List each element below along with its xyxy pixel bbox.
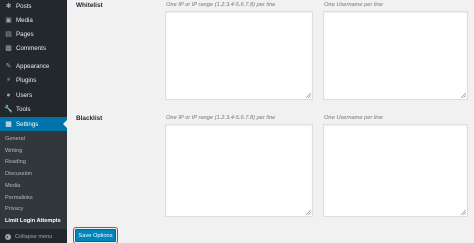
menu-item-label: Appearance	[16, 62, 50, 70]
menu-item-label: Comments	[16, 44, 46, 52]
media-icon: ▣	[5, 16, 12, 24]
menu-item-media[interactable]: ▣ Media	[0, 13, 67, 27]
comment-icon: ▩	[5, 44, 12, 52]
blacklist-username-hint: One Username per line	[324, 115, 383, 121]
menu-item-label: Settings	[16, 120, 39, 128]
resize-grip-icon[interactable]	[461, 210, 466, 215]
whitelist-username-textarea[interactable]	[323, 11, 468, 100]
menu-item-label: Users	[16, 91, 33, 99]
submenu-item-reading[interactable]: Reading	[5, 159, 26, 165]
whitelist-username-hint: One Username per line	[324, 2, 383, 8]
submenu-item-media[interactable]: Media	[5, 183, 20, 189]
menu-item-label: Posts	[16, 2, 32, 10]
settings-icon: ▦	[5, 120, 12, 128]
admin-sidebar: ✱ Posts ▣ Media ▤ Pages ▩ Comments ✎ App…	[0, 0, 67, 243]
resize-grip-icon[interactable]	[306, 93, 311, 98]
menu-item-appearance[interactable]: ✎ Appearance	[0, 59, 67, 73]
submenu-item-writing[interactable]: Writing	[5, 148, 22, 154]
submenu-item-discussion[interactable]: Discussion	[5, 171, 32, 177]
collapse-menu-label: Collapse menu	[15, 234, 53, 240]
wrench-icon: 🔧	[4, 105, 13, 113]
submenu-item-permalinks[interactable]: Permalinks	[5, 195, 33, 201]
submenu-item-privacy[interactable]: Privacy	[5, 206, 23, 212]
whitelist-label: Whitelist	[76, 2, 103, 9]
resize-grip-icon[interactable]	[306, 210, 311, 215]
brush-icon: ✎	[5, 62, 12, 70]
menu-item-label: Pages	[16, 30, 34, 38]
menu-item-label: Tools	[16, 105, 31, 113]
menu-item-pages[interactable]: ▤ Pages	[0, 27, 67, 41]
submenu-item-general[interactable]: General	[5, 136, 25, 142]
settings-submenu: General Writing Reading Discussion Media…	[0, 131, 67, 229]
active-indicator	[63, 120, 67, 128]
menu-item-label: Media	[16, 16, 33, 24]
menu-item-label: Plugins	[16, 76, 37, 84]
save-options-button[interactable]: Save Options	[73, 227, 118, 243]
plug-icon: ⚡	[6, 76, 11, 84]
whitelist-ip-textarea[interactable]	[165, 11, 313, 100]
whitelist-ip-hint: One IP or IP range (1.2.3.4-5.6.7.8) per…	[166, 2, 276, 8]
menu-item-posts[interactable]: ✱ Posts	[0, 0, 67, 13]
menu-item-plugins[interactable]: ⚡ Plugins	[0, 73, 67, 87]
collapse-icon	[5, 234, 11, 240]
user-icon: ●	[6, 91, 11, 99]
menu-item-tools[interactable]: 🔧 Tools	[0, 102, 67, 116]
blacklist-username-textarea[interactable]	[323, 124, 468, 217]
resize-grip-icon[interactable]	[461, 93, 466, 98]
pin-icon: ✱	[5, 2, 12, 10]
menu-item-users[interactable]: ● Users	[0, 88, 67, 102]
page-icon: ▤	[5, 30, 12, 38]
blacklist-ip-textarea[interactable]	[165, 124, 313, 217]
menu-item-comments[interactable]: ▩ Comments	[0, 41, 67, 55]
blacklist-label: Blacklist	[76, 115, 103, 122]
blacklist-ip-hint: One IP or IP range (1.2.3.4-5.6.7.8) per…	[166, 115, 276, 121]
menu-item-settings[interactable]: ▦ Settings	[0, 117, 67, 131]
submenu-item-limit-login-attempts[interactable]: Limit Login Attempts	[5, 218, 61, 224]
collapse-menu-button[interactable]: Collapse menu	[0, 231, 67, 243]
